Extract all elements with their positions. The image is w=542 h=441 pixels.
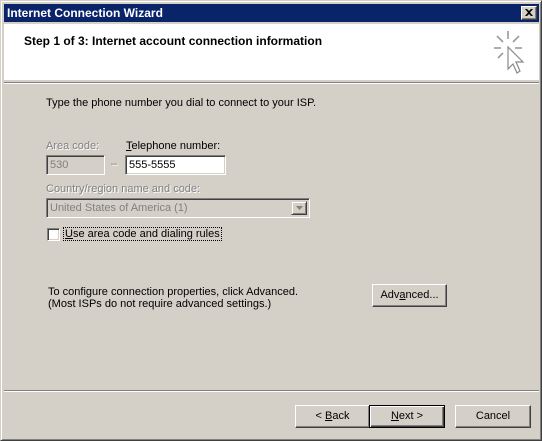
footer-separator	[4, 390, 539, 392]
next-mnemonic: N	[390, 410, 399, 422]
country-label: Country/region name and code:	[46, 183, 201, 195]
telephone-label: Telephone number:	[126, 140, 220, 152]
advanced-info-line1: To configure connection properties, clic…	[48, 286, 299, 298]
close-button[interactable]	[521, 6, 537, 20]
back-button[interactable]: < Back	[295, 405, 370, 428]
wizard-header: Step 1 of 3: Internet account connection…	[4, 24, 539, 80]
advanced-button[interactable]: Advanced...	[372, 284, 447, 307]
use-area-code-label-focus: Use area code and dialing rules	[63, 227, 222, 241]
back-prefix: <	[315, 410, 325, 422]
area-code-label: Area code:	[46, 140, 100, 152]
title-bar[interactable]: Internet Connection Wizard	[4, 4, 539, 22]
use-area-code-text: se area code and dialing rules	[72, 228, 220, 240]
area-code-field[interactable]: 530	[46, 155, 105, 175]
use-area-code-label[interactable]: Use area code and dialing rules	[63, 227, 222, 241]
use-area-code-checkbox[interactable]	[47, 228, 60, 241]
next-text: ext >	[398, 410, 424, 422]
cancel-button[interactable]: Cancel	[455, 405, 531, 428]
use-area-code-mnemonic: U	[65, 228, 73, 240]
header-separator	[4, 82, 539, 84]
wizard-cursor-sparkle-icon	[494, 31, 525, 74]
window-title: Internet Connection Wizard	[7, 6, 163, 20]
advanced-button-text-b: nced...	[405, 289, 439, 301]
chevron-down-icon	[296, 206, 303, 210]
next-button[interactable]: Next >	[369, 405, 445, 428]
area-code-dash: –	[111, 158, 118, 170]
step-title: Step 1 of 3: Internet account connection…	[24, 34, 323, 48]
advanced-button-text-a: Adv	[380, 289, 400, 301]
advanced-info-line2: (Most ISPs do not require advanced setti…	[48, 298, 272, 310]
close-x-icon	[525, 9, 533, 16]
country-dropdown-button[interactable]	[291, 201, 307, 215]
country-select-value: United States of America (1)	[50, 202, 188, 214]
wizard-window: Internet Connection Wizard Step 1 of 3: …	[0, 0, 542, 441]
country-select[interactable]: United States of America (1)	[46, 198, 310, 218]
telephone-label-text: elephone number:	[131, 140, 221, 152]
instruction-text: Type the phone number you dial to connec…	[46, 97, 317, 109]
back-text: ack	[332, 410, 350, 422]
telephone-number-field[interactable]: 555-5555	[125, 155, 226, 175]
